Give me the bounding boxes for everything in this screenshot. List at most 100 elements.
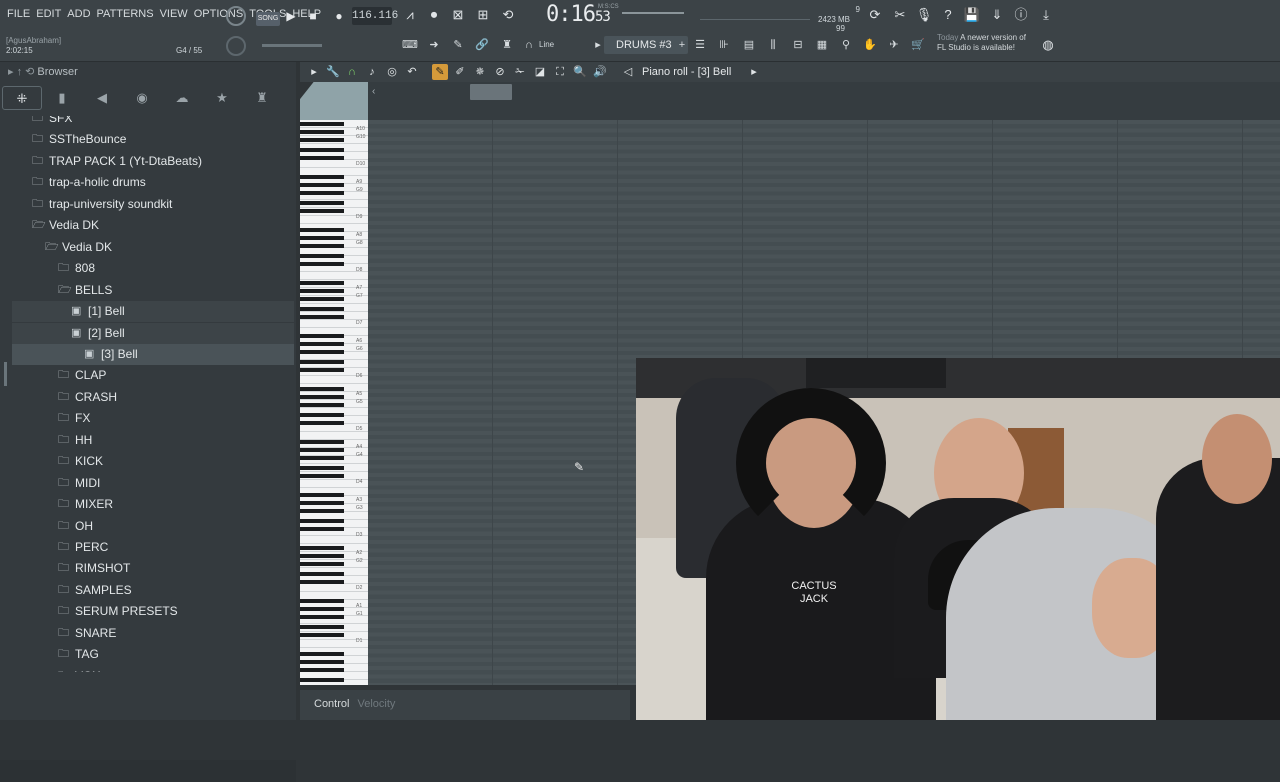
- record-icon[interactable]: ●: [330, 7, 348, 25]
- speaker-tab-icon[interactable]: ◀: [82, 86, 122, 110]
- menu-add[interactable]: ADD: [64, 8, 93, 20]
- master-volume-slider[interactable]: [262, 44, 322, 47]
- speaker-icon[interactable]: ◁: [620, 64, 636, 80]
- browser-scrollbar[interactable]: [4, 362, 7, 386]
- wait-input-icon[interactable]: ⏺: [424, 5, 444, 25]
- countdown-icon[interactable]: ⊠: [448, 5, 468, 25]
- menu-view[interactable]: VIEW: [157, 8, 191, 20]
- info-icon[interactable]: ⓘ: [1011, 5, 1031, 25]
- pencil-tool-icon[interactable]: ✎: [448, 36, 468, 54]
- typing-keyboard-icon[interactable]: ⌨: [400, 36, 420, 54]
- pattern-add-icon[interactable]: +: [672, 36, 692, 54]
- stamp-icon[interactable]: ♜: [497, 36, 517, 54]
- save-icon[interactable]: 💾: [962, 5, 982, 25]
- browser-item[interactable]: 🗀 KICK: [12, 451, 294, 472]
- browser-item[interactable]: 🗀 808: [12, 258, 294, 279]
- browser-item[interactable]: 🗁 BELLS: [12, 280, 294, 301]
- slip-tool-icon[interactable]: ◪: [532, 64, 548, 80]
- browser-item[interactable]: ▣ [1] Bell: [12, 301, 294, 323]
- browser-item[interactable]: 🗀 OH: [12, 516, 294, 537]
- browser-item[interactable]: 🗀 MIDI: [12, 473, 294, 494]
- browser-item[interactable]: 🗀 TRAP PACK 1 (Yt-DtaBeats): [12, 151, 294, 172]
- mute-tool-icon[interactable]: ⊘: [492, 64, 508, 80]
- favorites-tab-icon[interactable]: ★: [202, 86, 242, 110]
- browser-item[interactable]: 🗀 FX: [12, 408, 294, 429]
- browser-item[interactable]: 🗁 Vedia DK: [12, 237, 294, 258]
- metronome-icon[interactable]: ⩘: [400, 5, 420, 25]
- plugin-picker-icon[interactable]: ▦: [812, 36, 832, 54]
- undo-icon[interactable]: ↶: [404, 64, 420, 80]
- current-project-tab-icon[interactable]: ▮: [42, 86, 82, 110]
- mic-icon[interactable]: 🎙: [914, 5, 934, 25]
- zoom-tool-icon[interactable]: 🔍: [572, 64, 588, 80]
- browser-item[interactable]: 🗀 CLAP: [12, 365, 294, 386]
- playback-tool-icon[interactable]: 🔊: [592, 64, 608, 80]
- browser-item[interactable]: 🗀 MIXER: [12, 494, 294, 515]
- browser-item[interactable]: 🗀 SAMPLES: [12, 580, 294, 601]
- browser-icon[interactable]: ⊟: [788, 36, 808, 54]
- select-tool-icon[interactable]: ⛶: [552, 64, 568, 80]
- piano-roll-title[interactable]: Piano roll - [3] Bell: [642, 62, 731, 82]
- scroll-left-icon[interactable]: ‹: [372, 86, 375, 97]
- browser-item[interactable]: 🗀 CRASH: [12, 387, 294, 408]
- cut-icon[interactable]: ✂: [890, 5, 910, 25]
- browser-item[interactable]: 🗀 SNARE: [12, 623, 294, 644]
- cloud-tab-icon[interactable]: ☁: [162, 86, 202, 110]
- velocity-label[interactable]: Velocity: [357, 698, 395, 710]
- play-icon[interactable]: ▶: [282, 7, 300, 25]
- browser-item[interactable]: 🗁 Vedia DK: [12, 215, 294, 236]
- magnet-snap-icon[interactable]: ∩: [344, 64, 360, 80]
- browser-item[interactable]: 🗀 trap-a-holic drums: [12, 172, 294, 193]
- piano-roll-icon[interactable]: ⊪: [714, 36, 734, 54]
- options-arrow-icon[interactable]: ▸: [306, 64, 322, 80]
- stop-icon[interactable]: ■: [304, 7, 322, 25]
- horizontal-scroll-thumb[interactable]: [470, 84, 512, 100]
- browser-item[interactable]: 🗀 RIMSHOT: [12, 558, 294, 579]
- plugin-db-icon[interactable]: ⚲: [836, 36, 856, 54]
- touch-keyboard-icon[interactable]: ✋: [860, 36, 880, 54]
- download-icon[interactable]: ⤓: [1036, 5, 1056, 25]
- globe-icon[interactable]: ◍: [1038, 35, 1058, 55]
- browser-item[interactable]: 🗀 trap-university soundkit: [12, 194, 294, 215]
- record-target-icon[interactable]: ◎: [384, 64, 400, 80]
- all-files-tab-icon[interactable]: ⁜: [2, 86, 42, 110]
- delete-tool-icon[interactable]: ✵: [472, 64, 488, 80]
- snap-arrow-icon[interactable]: ➜: [424, 36, 444, 54]
- magnet-icon[interactable]: ∩: [519, 36, 539, 54]
- master-pitch-knob[interactable]: [226, 36, 246, 56]
- loop-record-icon[interactable]: ⟲: [498, 5, 518, 25]
- master-volume-knob[interactable]: [226, 6, 246, 26]
- snap-select[interactable]: Line: [537, 37, 581, 53]
- wrench-icon[interactable]: 🔧: [325, 64, 341, 80]
- ghost-channel-toggle[interactable]: [300, 82, 368, 120]
- browser-item[interactable]: 🗀 PERC: [12, 537, 294, 558]
- mixer-icon[interactable]: ⫼: [763, 36, 783, 54]
- tempo-display[interactable]: 116.116: [352, 7, 398, 25]
- slice-tool-icon[interactable]: ✁: [512, 64, 528, 80]
- link-icon[interactable]: 🔗: [472, 36, 492, 54]
- step-edit-icon[interactable]: ⊞: [473, 5, 493, 25]
- export-icon[interactable]: ⇓: [987, 5, 1007, 25]
- shop-icon[interactable]: 🛒: [908, 36, 928, 54]
- video-icon[interactable]: ✈: [884, 36, 904, 54]
- menu-patterns[interactable]: PATTERNS: [94, 8, 157, 20]
- channel-rack-icon[interactable]: ▤: [739, 36, 759, 54]
- browser-item[interactable]: 🗀 VOX: [12, 666, 294, 672]
- song-mode-toggle[interactable]: SONG: [256, 12, 280, 26]
- control-label[interactable]: Control: [314, 698, 349, 710]
- menu-edit[interactable]: EDIT: [33, 8, 64, 20]
- news-panel[interactable]: Today A newer version of FL Studio is ava…: [937, 33, 1026, 53]
- browser-item[interactable]: ▣ [2] Bell: [12, 322, 294, 344]
- piano-black-keys[interactable]: [300, 120, 344, 685]
- browser-item[interactable]: 🗀 TAG: [12, 644, 294, 665]
- browser-item[interactable]: 🗀 SERUM PRESETS: [12, 601, 294, 622]
- browser-item[interactable]: 🗀 HH: [12, 430, 294, 451]
- browser-item[interactable]: 🗀 SSTheBounce: [12, 129, 294, 150]
- playlist-icon[interactable]: ☰: [690, 36, 710, 54]
- undo-history-icon[interactable]: ⟳: [865, 5, 885, 25]
- paint-brush-icon[interactable]: ✐: [452, 64, 468, 80]
- browser-nav-icon[interactable]: ▸ ↑ ⟲: [8, 66, 37, 78]
- help-icon[interactable]: ?: [938, 5, 958, 25]
- event-editor-bar[interactable]: Control Velocity: [300, 690, 630, 720]
- plugin-tab-icon[interactable]: ◉: [122, 86, 162, 110]
